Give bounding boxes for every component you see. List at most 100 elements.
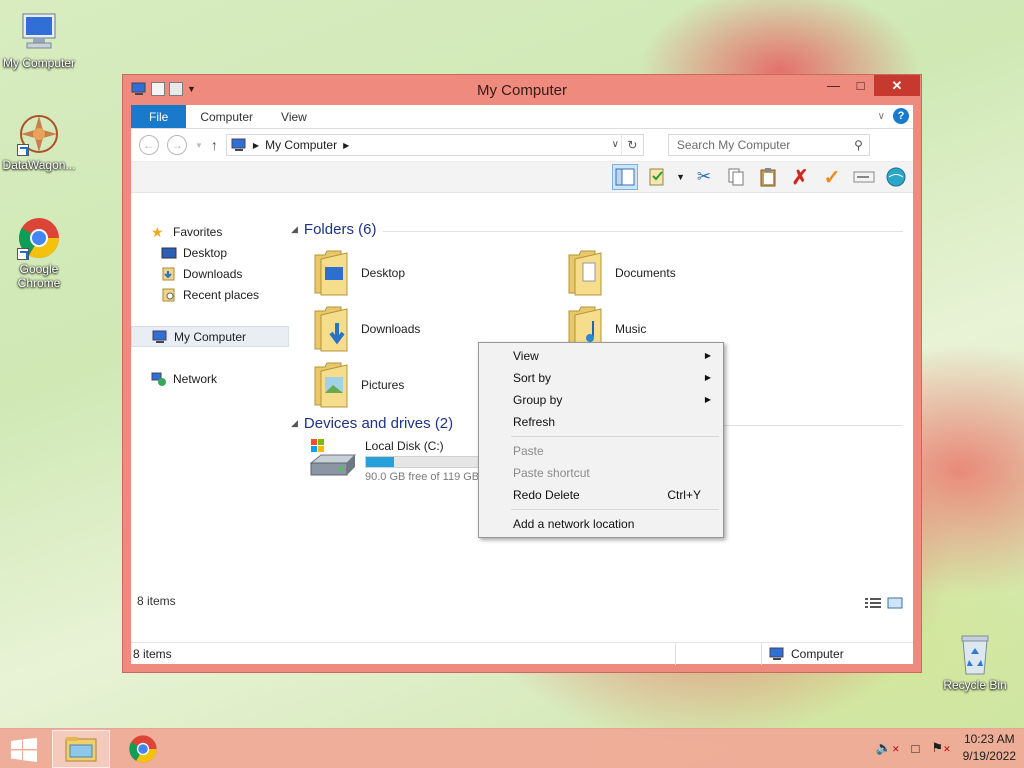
nav-network[interactable]: Network: [131, 368, 289, 389]
minimize-button[interactable]: —: [820, 75, 847, 96]
nav-desktop-label: Desktop: [183, 245, 228, 260]
menu-item-label: Group by: [513, 393, 563, 407]
tab-file[interactable]: File: [131, 105, 187, 128]
star-icon: ★: [151, 223, 164, 240]
up-button[interactable]: ↑: [211, 137, 218, 153]
cut-icon[interactable]: ✂: [691, 164, 717, 190]
action-center-icon[interactable]: ⚑✕: [931, 740, 950, 756]
toolbar: ▼ ✂ ✗ ✓: [131, 161, 913, 193]
expand-ribbon-icon[interactable]: ∨: [878, 111, 885, 122]
large-icons-view-icon[interactable]: [887, 597, 903, 609]
system-tray: 🔈✕ □ ⚑✕ 10:23 AM 9/19/2022: [876, 731, 1016, 765]
copy-icon[interactable]: [723, 164, 749, 190]
paste-icon[interactable]: [755, 164, 781, 190]
drive-local-disk-c[interactable]: Local Disk (C:) 90.0 GB free of 119 GB: [309, 439, 481, 483]
folders-group-header[interactable]: ◢ Folders (6): [291, 221, 903, 238]
nav-favorites-label: Favorites: [173, 224, 223, 239]
search-icon[interactable]: ⚲: [854, 138, 863, 152]
folder-downloads[interactable]: Downloads: [311, 305, 420, 353]
address-bar[interactable]: ▶ My Computer ▶ ∨ ↻: [225, 134, 644, 156]
breadcrumb-arrow-icon[interactable]: ▶: [253, 141, 259, 150]
clock[interactable]: 10:23 AM 9/19/2022: [963, 731, 1016, 765]
forward-button[interactable]: →: [167, 135, 187, 155]
menu-item-redo-delete[interactable]: Redo Delete Ctrl+Y: [481, 484, 721, 506]
taskbar-chrome[interactable]: [114, 730, 172, 768]
clock-time: 10:23 AM: [963, 732, 1015, 746]
taskbar-file-explorer[interactable]: [52, 730, 110, 768]
title-bar[interactable]: ▼ My Computer — □ ✕: [123, 75, 921, 105]
devices-header-label: Devices and drives (2): [303, 415, 454, 432]
network-globe-icon[interactable]: [883, 164, 909, 190]
delete-icon[interactable]: ✗: [787, 164, 813, 190]
folder-label: Pictures: [361, 378, 405, 392]
shortcut-arrow-icon: [17, 144, 29, 156]
menu-item-label: Add a network location: [513, 517, 635, 531]
recent-locations-icon[interactable]: ▼: [195, 141, 203, 150]
start-button[interactable]: [10, 738, 38, 762]
desktop-icon-chrome[interactable]: Google Chrome: [0, 216, 78, 290]
ribbon-tabs: File Computer View ∨ ?: [131, 105, 913, 129]
nav-favorites[interactable]: ★ Favorites: [131, 221, 289, 242]
desktop-icon-label: My Computer: [2, 56, 76, 70]
divider: [711, 425, 903, 426]
desktop-icon-datawagon[interactable]: DataWagon...: [0, 112, 78, 172]
folder-label: Downloads: [361, 322, 421, 336]
menu-item-refresh[interactable]: Refresh: [481, 411, 721, 433]
status-bar: 8 items Computer: [131, 642, 913, 665]
nav-recent-places[interactable]: Recent places: [131, 284, 289, 305]
tab-computer[interactable]: Computer: [186, 105, 267, 128]
datawagon-icon: [17, 112, 61, 156]
close-button[interactable]: ✕: [874, 75, 920, 96]
menu-item-paste[interactable]: Paste: [481, 440, 721, 462]
devices-group-header[interactable]: ◢ Devices and drives (2): [291, 415, 903, 432]
refresh-button[interactable]: ↻: [620, 135, 643, 155]
submenu-arrow-icon: ▶: [704, 395, 711, 404]
breadcrumb-my-computer[interactable]: My Computer: [265, 138, 337, 152]
nav-downloads[interactable]: Downloads: [131, 263, 289, 284]
rename-icon[interactable]: [851, 164, 877, 190]
menu-item-label: Redo Delete: [513, 488, 580, 502]
folder-desktop[interactable]: Desktop: [311, 249, 405, 297]
shortcut-arrow-icon: [17, 248, 29, 260]
menu-item-view[interactable]: View ▶: [481, 345, 721, 367]
folder-label: Documents: [615, 266, 676, 280]
volume-muted-icon[interactable]: 🔈✕: [876, 740, 900, 756]
drive-name: Local Disk (C:): [365, 439, 444, 453]
desktop-icon-label: DataWagon...: [2, 158, 76, 172]
menu-item-group-by[interactable]: Group by ▶: [481, 389, 721, 411]
rename-check-icon[interactable]: ✓: [819, 164, 845, 190]
search-box[interactable]: Search My Computer ⚲: [667, 134, 870, 156]
folder-documents[interactable]: Documents: [565, 249, 676, 297]
nav-network-label: Network: [173, 371, 218, 386]
submenu-arrow-icon: ▶: [704, 351, 711, 360]
recent-places-icon: [162, 288, 175, 301]
collapse-icon[interactable]: ◢: [291, 418, 298, 429]
address-dropdown-icon[interactable]: ∨: [612, 139, 619, 150]
folder-label: Music: [615, 322, 647, 336]
back-button[interactable]: ←: [139, 135, 159, 155]
hard-drive-icon: [309, 439, 357, 476]
tab-view[interactable]: View: [267, 105, 321, 128]
properties-icon[interactable]: [644, 164, 670, 190]
preview-pane-button[interactable]: [612, 164, 639, 190]
drive-usage-bar: [365, 456, 481, 468]
menu-item-sort-by[interactable]: Sort by ▶: [481, 367, 721, 389]
folder-pictures[interactable]: Pictures: [311, 361, 404, 409]
breadcrumb-arrow-icon[interactable]: ▶: [343, 141, 349, 150]
help-button[interactable]: ?: [893, 108, 909, 124]
desktop-icon-recycle-bin[interactable]: Recycle Bin: [936, 632, 1014, 692]
computer-icon: [152, 330, 167, 343]
chevron-down-icon[interactable]: ▼: [676, 172, 685, 182]
drive-usage-fill: [366, 457, 394, 467]
menu-item-paste-shortcut[interactable]: Paste shortcut: [481, 462, 721, 484]
nav-my-computer[interactable]: My Computer: [131, 326, 289, 347]
desktop-icon-my-computer[interactable]: My Computer: [0, 10, 78, 70]
search-input[interactable]: Search My Computer: [677, 138, 790, 152]
details-view-icon[interactable]: [865, 597, 881, 609]
network-status-icon[interactable]: □: [912, 741, 920, 756]
maximize-button[interactable]: □: [847, 75, 874, 96]
file-explorer-icon: [65, 737, 97, 762]
nav-desktop[interactable]: Desktop: [131, 242, 289, 263]
menu-item-add-network-location[interactable]: Add a network location: [481, 513, 721, 535]
collapse-icon[interactable]: ◢: [291, 224, 298, 235]
